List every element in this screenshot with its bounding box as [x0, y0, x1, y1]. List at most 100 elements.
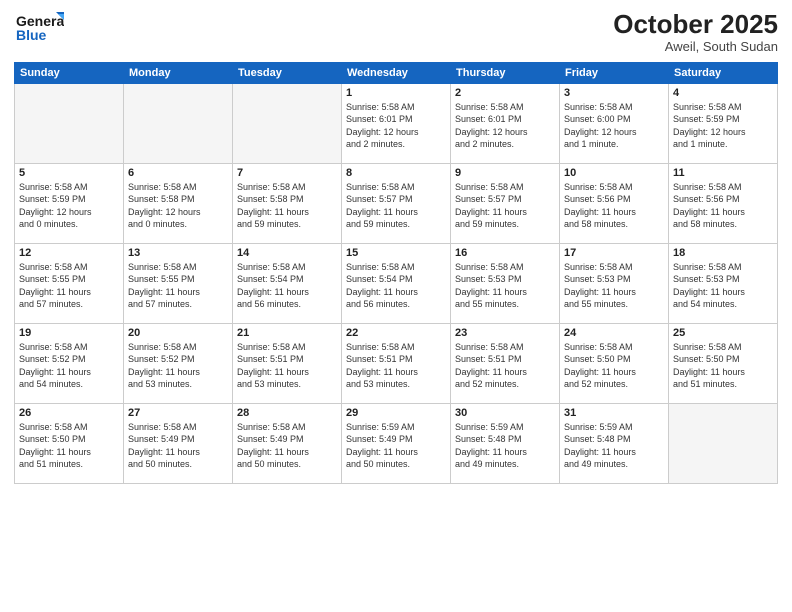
day-number: 26 — [19, 407, 119, 419]
month-title: October 2025 — [613, 10, 778, 39]
logo: General Blue — [14, 10, 64, 48]
day-number: 12 — [19, 247, 119, 259]
day-info: Sunrise: 5:58 AMSunset: 5:54 PMDaylight:… — [237, 261, 337, 311]
day-info: Sunrise: 5:58 AMSunset: 5:53 PMDaylight:… — [564, 261, 664, 311]
table-row: 3 Sunrise: 5:58 AMSunset: 6:00 PMDaylight… — [560, 83, 669, 163]
day-info: Sunrise: 5:59 AMSunset: 5:48 PMDaylight:… — [455, 421, 555, 471]
col-thursday: Thursday — [451, 62, 560, 83]
svg-text:Blue: Blue — [16, 27, 47, 43]
table-row: 13Sunrise: 5:58 AMSunset: 5:55 PMDayligh… — [124, 243, 233, 323]
day-number: 9 — [455, 167, 555, 179]
table-row: 11Sunrise: 5:58 AMSunset: 5:56 PMDayligh… — [669, 163, 778, 243]
day-info: Sunrise: 5:58 AMSunset: 6:01 PMDaylight:… — [455, 101, 555, 151]
table-row: 16Sunrise: 5:58 AMSunset: 5:53 PMDayligh… — [451, 243, 560, 323]
table-row: 26 Sunrise: 5:58 AMSunset: 5:50 PMDayligh… — [15, 403, 124, 483]
day-number: 13 — [128, 247, 228, 259]
table-row: 30 Sunrise: 5:59 AMSunset: 5:48 PMDayligh… — [451, 403, 560, 483]
page: General Blue October 2025 Aweil, South S… — [0, 0, 792, 612]
table-row: 21 Sunrise: 5:58 AMSunset: 5:51 PMDayligh… — [233, 323, 342, 403]
table-row — [15, 83, 124, 163]
title-area: October 2025 Aweil, South Sudan — [613, 10, 778, 54]
logo-svg: General Blue — [14, 10, 64, 48]
day-number: 31 — [564, 407, 664, 419]
table-row: 29 Sunrise: 5:59 AMSunset: 5:49 PMDayligh… — [342, 403, 451, 483]
day-number: 10 — [564, 167, 664, 179]
day-number: 6 — [128, 167, 228, 179]
day-info: Sunrise: 5:58 AMSunset: 5:58 PMDaylight:… — [128, 181, 228, 231]
day-number: 18 — [673, 247, 773, 259]
day-number: 16 — [455, 247, 555, 259]
day-info: Sunrise: 5:58 AMSunset: 5:49 PMDaylight:… — [128, 421, 228, 471]
day-number: 15 — [346, 247, 446, 259]
day-info: Sunrise: 5:58 AMSunset: 5:50 PMDaylight:… — [19, 421, 119, 471]
day-info: Sunrise: 5:58 AMSunset: 5:59 PMDaylight:… — [673, 101, 773, 151]
day-info: Sunrise: 5:58 AMSunset: 5:53 PMDaylight:… — [673, 261, 773, 311]
day-info: Sunrise: 5:58 AMSunset: 5:51 PMDaylight:… — [237, 341, 337, 391]
calendar-week-2: 5 Sunrise: 5:58 AMSunset: 5:59 PMDaylight… — [15, 163, 778, 243]
table-row — [233, 83, 342, 163]
day-info: Sunrise: 5:58 AMSunset: 5:50 PMDaylight:… — [564, 341, 664, 391]
day-info: Sunrise: 5:58 AMSunset: 6:00 PMDaylight:… — [564, 101, 664, 151]
table-row: 31 Sunrise: 5:59 AMSunset: 5:48 PMDayligh… — [560, 403, 669, 483]
day-info: Sunrise: 5:58 AMSunset: 5:52 PMDaylight:… — [128, 341, 228, 391]
table-row: 9 Sunrise: 5:58 AMSunset: 5:57 PMDaylight… — [451, 163, 560, 243]
day-number: 4 — [673, 87, 773, 99]
day-number: 24 — [564, 327, 664, 339]
day-info: Sunrise: 5:58 AMSunset: 5:51 PMDaylight:… — [346, 341, 446, 391]
day-info: Sunrise: 5:58 AMSunset: 5:58 PMDaylight:… — [237, 181, 337, 231]
table-row: 1Sunrise: 5:58 AMSunset: 6:01 PMDaylight… — [342, 83, 451, 163]
table-row: 23Sunrise: 5:58 AMSunset: 5:51 PMDayligh… — [451, 323, 560, 403]
table-row: 17 Sunrise: 5:58 AMSunset: 5:53 PMDayligh… — [560, 243, 669, 323]
day-info: Sunrise: 5:58 AMSunset: 5:49 PMDaylight:… — [237, 421, 337, 471]
header: General Blue October 2025 Aweil, South S… — [14, 10, 778, 54]
day-info: Sunrise: 5:58 AMSunset: 5:55 PMDaylight:… — [19, 261, 119, 311]
table-row: 14 Sunrise: 5:58 AMSunset: 5:54 PMDayligh… — [233, 243, 342, 323]
day-info: Sunrise: 5:58 AMSunset: 5:57 PMDaylight:… — [455, 181, 555, 231]
table-row: 25 Sunrise: 5:58 AMSunset: 5:50 PMDayligh… — [669, 323, 778, 403]
table-row: 24 Sunrise: 5:58 AMSunset: 5:50 PMDayligh… — [560, 323, 669, 403]
day-number: 29 — [346, 407, 446, 419]
calendar-week-5: 26 Sunrise: 5:58 AMSunset: 5:50 PMDayligh… — [15, 403, 778, 483]
day-info: Sunrise: 5:58 AMSunset: 5:56 PMDaylight:… — [564, 181, 664, 231]
table-row: 7Sunrise: 5:58 AMSunset: 5:58 PMDaylight… — [233, 163, 342, 243]
table-row — [669, 403, 778, 483]
calendar-header-row: Sunday Monday Tuesday Wednesday Thursday… — [15, 62, 778, 83]
day-info: Sunrise: 5:58 AMSunset: 5:54 PMDaylight:… — [346, 261, 446, 311]
table-row: 15 Sunrise: 5:58 AMSunset: 5:54 PMDayligh… — [342, 243, 451, 323]
day-info: Sunrise: 5:58 AMSunset: 5:52 PMDaylight:… — [19, 341, 119, 391]
day-info: Sunrise: 5:58 AMSunset: 5:50 PMDaylight:… — [673, 341, 773, 391]
day-number: 30 — [455, 407, 555, 419]
day-info: Sunrise: 5:59 AMSunset: 5:48 PMDaylight:… — [564, 421, 664, 471]
day-number: 28 — [237, 407, 337, 419]
table-row: 5 Sunrise: 5:58 AMSunset: 5:59 PMDaylight… — [15, 163, 124, 243]
table-row — [124, 83, 233, 163]
col-friday: Friday — [560, 62, 669, 83]
day-number: 14 — [237, 247, 337, 259]
day-info: Sunrise: 5:59 AMSunset: 5:49 PMDaylight:… — [346, 421, 446, 471]
day-number: 3 — [564, 87, 664, 99]
table-row: 8Sunrise: 5:58 AMSunset: 5:57 PMDaylight… — [342, 163, 451, 243]
table-row: 6 Sunrise: 5:58 AMSunset: 5:58 PMDaylight… — [124, 163, 233, 243]
day-info: Sunrise: 5:58 AMSunset: 5:59 PMDaylight:… — [19, 181, 119, 231]
day-number: 25 — [673, 327, 773, 339]
day-number: 19 — [19, 327, 119, 339]
calendar-table: Sunday Monday Tuesday Wednesday Thursday… — [14, 62, 778, 484]
day-number: 20 — [128, 327, 228, 339]
table-row: 20 Sunrise: 5:58 AMSunset: 5:52 PMDayligh… — [124, 323, 233, 403]
col-monday: Monday — [124, 62, 233, 83]
day-number: 27 — [128, 407, 228, 419]
day-number: 5 — [19, 167, 119, 179]
col-sunday: Sunday — [15, 62, 124, 83]
calendar-week-3: 12 Sunrise: 5:58 AMSunset: 5:55 PMDayligh… — [15, 243, 778, 323]
day-number: 21 — [237, 327, 337, 339]
day-number: 2 — [455, 87, 555, 99]
table-row: 22Sunrise: 5:58 AMSunset: 5:51 PMDayligh… — [342, 323, 451, 403]
location: Aweil, South Sudan — [613, 39, 778, 54]
col-saturday: Saturday — [669, 62, 778, 83]
day-number: 17 — [564, 247, 664, 259]
table-row: 2 Sunrise: 5:58 AMSunset: 6:01 PMDaylight… — [451, 83, 560, 163]
table-row: 4 Sunrise: 5:58 AMSunset: 5:59 PMDaylight… — [669, 83, 778, 163]
table-row: 28 Sunrise: 5:58 AMSunset: 5:49 PMDayligh… — [233, 403, 342, 483]
table-row: 27 Sunrise: 5:58 AMSunset: 5:49 PMDayligh… — [124, 403, 233, 483]
col-tuesday: Tuesday — [233, 62, 342, 83]
